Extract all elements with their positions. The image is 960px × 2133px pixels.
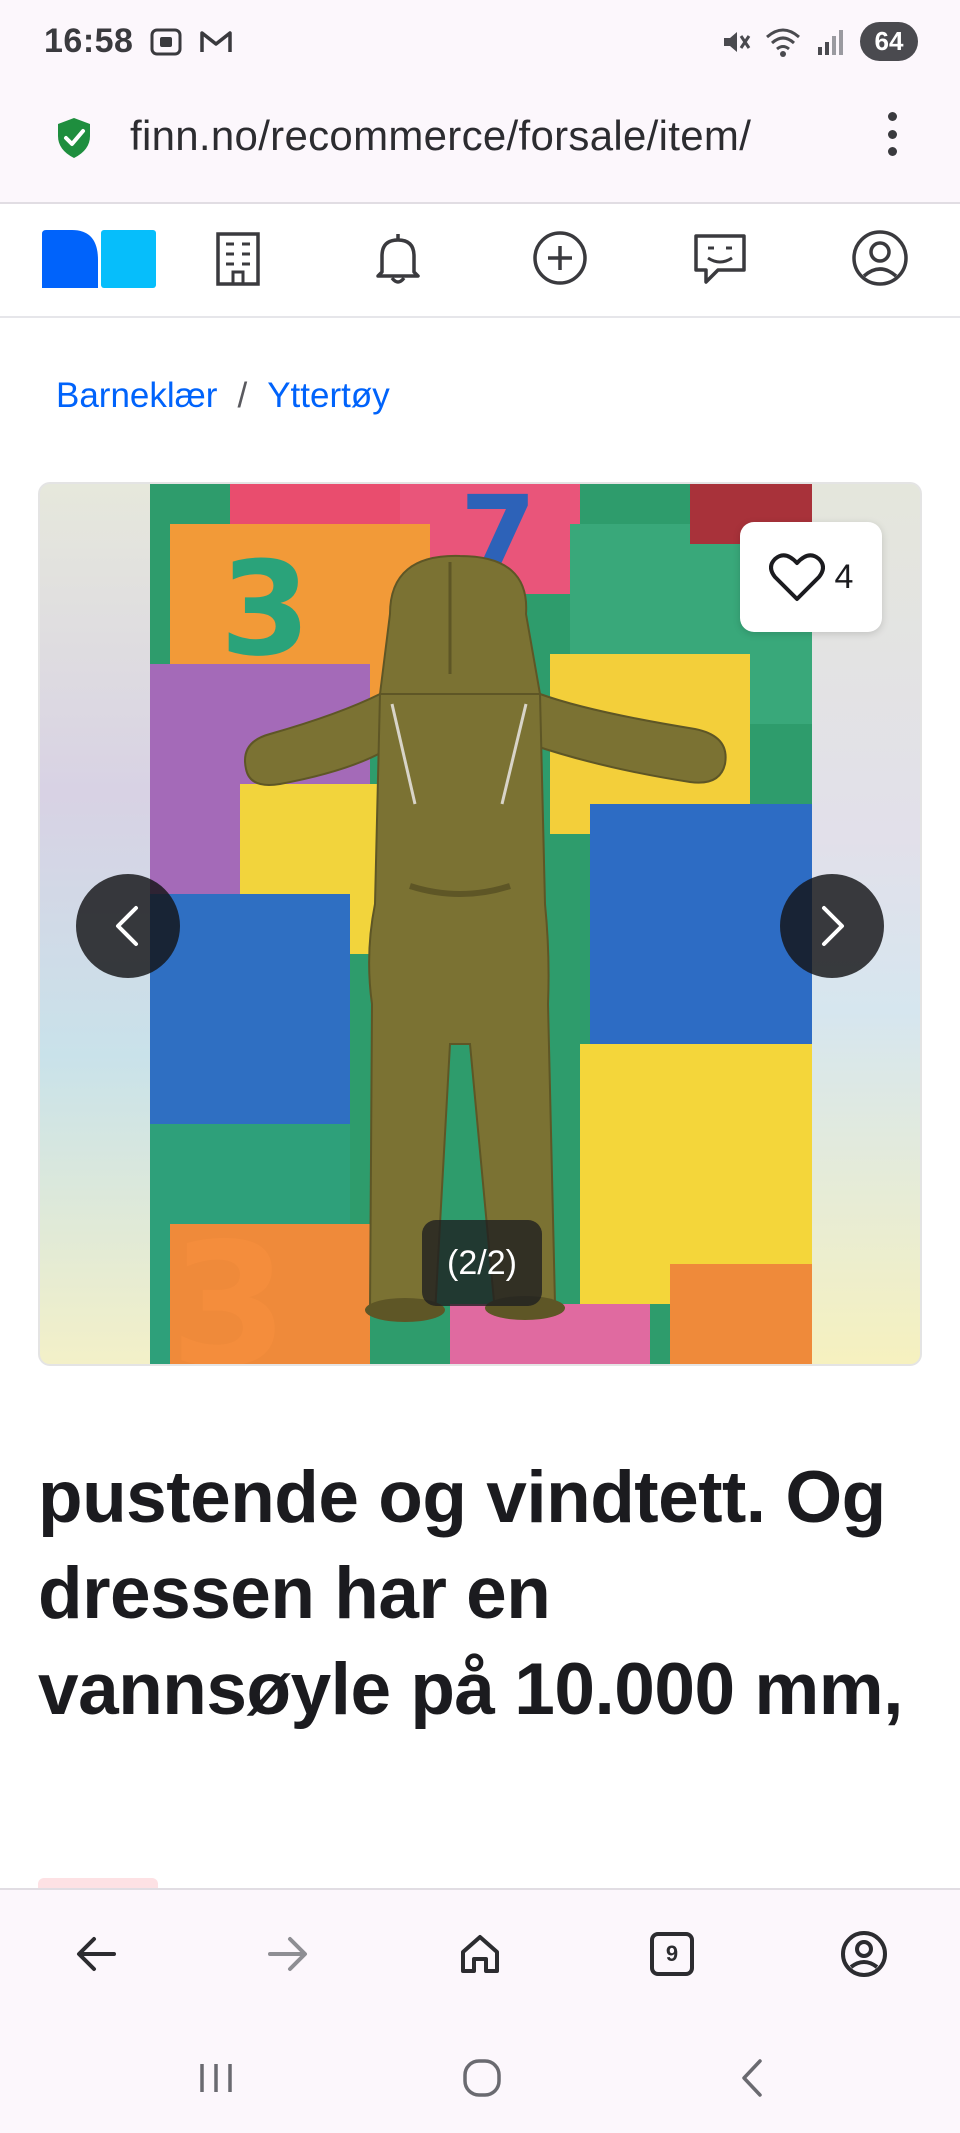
back-chevron-icon (742, 2059, 762, 2097)
tabs-button[interactable]: 9 (642, 1924, 702, 1984)
browser-url-bar[interactable]: finn.no/recommerce/forsale/item/ (0, 86, 960, 204)
listing-title: pustende og vindtett. Og dressen har en … (38, 1457, 903, 1730)
forward-button[interactable] (258, 1924, 318, 1984)
account-button[interactable] (834, 1924, 894, 1984)
favorite-count: 4 (834, 557, 854, 596)
favorite-button[interactable]: 4 (740, 522, 882, 632)
shield-check-icon[interactable] (54, 116, 94, 160)
chevron-left-icon (116, 906, 138, 946)
back-button[interactable] (66, 1924, 126, 1984)
arrow-left-icon (77, 1937, 116, 1971)
status-notification-icons (148, 24, 234, 60)
bell-icon[interactable] (368, 228, 428, 288)
battery-indicator: 64 (860, 22, 918, 61)
url-text[interactable]: finn.no/recommerce/forsale/item/ (130, 112, 830, 160)
chevron-right-icon (822, 906, 844, 946)
recent-apps-button[interactable] (186, 2050, 246, 2106)
wifi-icon (766, 28, 800, 57)
profile-icon[interactable] (850, 228, 910, 288)
android-navigation-bar (0, 2022, 960, 2133)
breadcrumb-link-barneklaer[interactable]: Barneklær (56, 376, 217, 416)
breadcrumb-separator: / (237, 376, 248, 415)
svg-text:3: 3 (220, 533, 310, 685)
mute-icon (724, 31, 751, 52)
status-system-icons: 64 (718, 22, 918, 61)
gmail-icon (200, 31, 232, 52)
breadcrumb-link-yttertoy[interactable]: Yttertøy (267, 376, 390, 416)
recent-apps-icon (200, 2064, 232, 2092)
plus-circle-icon[interactable] (530, 228, 590, 288)
image-counter: (2/2) (422, 1220, 542, 1306)
finn-logo[interactable] (42, 230, 156, 288)
tab-count: 9 (650, 1932, 694, 1976)
signal-icon (818, 29, 843, 55)
browser-menu-icon[interactable] (886, 112, 898, 156)
home-circle-icon (463, 2059, 501, 2097)
badge-peek (38, 1878, 158, 1888)
account-icon (841, 1931, 887, 1977)
site-header (0, 204, 960, 318)
back-nav-button[interactable] (722, 2050, 782, 2106)
image-gallery[interactable]: 3 7 3 4 (2/2) (38, 482, 922, 1366)
browser-toolbar: 9 (0, 1888, 960, 2022)
home-nav-button[interactable] (452, 2050, 512, 2106)
svg-text:3: 3 (170, 1207, 288, 1366)
arrow-right-icon (268, 1937, 307, 1971)
home-icon (461, 1935, 499, 1973)
previous-image-button[interactable] (76, 874, 180, 978)
breadcrumb: Barneklær / Yttertøy (56, 376, 390, 416)
status-bar: 16:58 64 (0, 0, 960, 86)
home-button[interactable] (450, 1924, 510, 1984)
screenshot-icon (150, 28, 182, 56)
heart-icon (768, 553, 825, 601)
chat-icon[interactable] (690, 228, 750, 288)
status-time: 16:58 (44, 22, 134, 60)
next-image-button[interactable] (780, 874, 884, 978)
building-icon[interactable] (208, 228, 268, 288)
